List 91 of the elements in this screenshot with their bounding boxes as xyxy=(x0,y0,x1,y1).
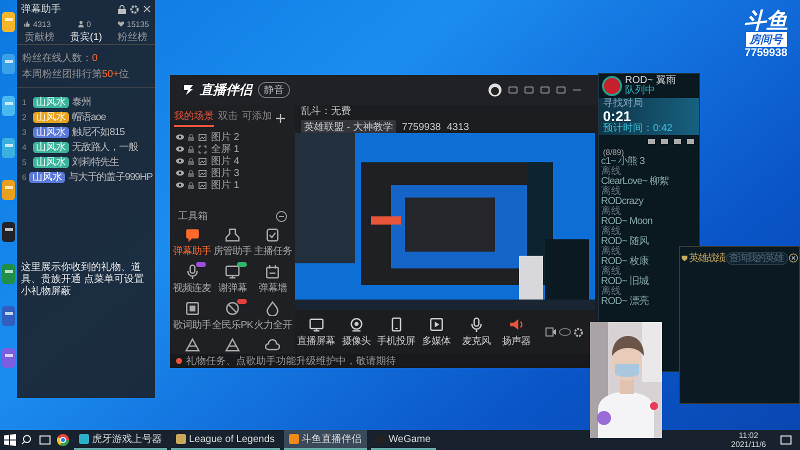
source-name[interactable]: 图片 4 xyxy=(211,154,240,168)
control-button[interactable]: 摄像头 xyxy=(337,316,375,348)
status-text: 礼物任务、点歌助手功能升级维护中，敬请期待 xyxy=(186,354,396,368)
control-button[interactable]: 麦克风 xyxy=(457,316,495,348)
friend-status: 离线 xyxy=(601,227,621,237)
mode-badge[interactable]: 静音 xyxy=(258,82,290,98)
queue-title: 寻找对局 xyxy=(603,99,644,109)
rank-number: 2 xyxy=(22,112,28,122)
room-number: 7759938 xyxy=(402,122,441,132)
fan-name: 触尼不如815 xyxy=(72,126,124,139)
fan-name: 无敌路人，一般 xyxy=(72,141,138,154)
control-button[interactable]: 直播屏幕 xyxy=(297,316,335,348)
source-name[interactable]: 全屏 1 xyxy=(211,142,240,156)
friend-status: 离线 xyxy=(601,247,621,257)
fans-online-text: 粉丝在线人数：0 xyxy=(22,52,99,65)
tool-button[interactable]: 全民乐PK xyxy=(212,301,253,332)
group-count: (8/89) xyxy=(602,148,624,157)
fan-name: 泰州 xyxy=(72,96,91,109)
taskbar-button[interactable]: League of Legends xyxy=(171,430,280,450)
fan-badge: 山风水 xyxy=(29,172,66,182)
tool-button[interactable]: 视频连麦 xyxy=(172,264,212,295)
tool-button[interactable]: 歌词助手 xyxy=(172,301,212,332)
fan-badge: 山风水 xyxy=(33,96,69,108)
control-button[interactable]: 多媒体 xyxy=(417,316,455,348)
search-field[interactable]: 查询我的英雄 xyxy=(726,252,788,264)
queue-timer: 0:21 xyxy=(603,109,632,124)
gift-hint-text: 这里展示你收到的礼物、道具、贵族开通 点菜单可设置小礼物屏蔽 xyxy=(21,262,145,298)
scene-tab[interactable]: 双击 xyxy=(218,109,238,127)
estimate-text: 预计时间：0:42 xyxy=(603,124,674,134)
rank-number: 5 xyxy=(22,158,28,166)
stat-value: 4313 xyxy=(33,20,51,28)
tool-button[interactable]: 谢弹幕 xyxy=(212,264,253,295)
fan-badge: 山风水 xyxy=(33,126,69,138)
source-name[interactable]: 图片 1 xyxy=(211,178,240,192)
stat-value: 15135 xyxy=(126,20,149,28)
fans-rank-text: 本周粉丝团排行第50+位 xyxy=(22,68,130,81)
fan-name: 刘莉特先生 xyxy=(72,156,120,169)
source-name[interactable]: 图片 3 xyxy=(211,166,240,180)
source-name[interactable]: 图片 2 xyxy=(211,130,240,144)
fan-badge: 山风水 xyxy=(33,142,69,152)
scene-tab[interactable]: 可添加 xyxy=(242,109,272,127)
control-button[interactable]: 手机投屏 xyxy=(377,316,415,348)
scene-tab[interactable]: 我的场景 xyxy=(174,109,214,127)
taskbar-button[interactable]: 斗鱼直播伴侣 xyxy=(284,430,367,450)
friend-status: 离线 xyxy=(601,167,621,177)
friend-status: 离线 xyxy=(601,207,621,217)
friend-status: 离线 xyxy=(601,287,621,297)
friend-name[interactable]: ROD~ Moon xyxy=(601,217,652,227)
panel-title: 弹幕助手 xyxy=(21,2,62,16)
control-button[interactable]: 扬声器 xyxy=(497,316,535,348)
rank-number: 4 xyxy=(22,142,28,152)
room-number: 7759938 xyxy=(744,47,788,59)
fan-name: 与大于的盖子999HP xyxy=(68,170,152,184)
stat-value: 0 xyxy=(86,20,91,28)
tool-button[interactable]: 弹幕墙 xyxy=(252,264,293,295)
taskbar-button[interactable]: 虎牙游戏上号器 xyxy=(74,430,167,450)
panel-title: 英雄战绩 xyxy=(689,252,726,265)
rank-number: 3 xyxy=(22,128,28,136)
tool-button[interactable]: 主播任务 xyxy=(252,227,293,258)
taskbar-button[interactable]: WeGame xyxy=(370,430,436,450)
player-status: 队列中 xyxy=(625,86,656,96)
rank-number: 6 xyxy=(22,172,26,182)
friend-name[interactable]: c1~ 小熊 3 xyxy=(601,157,645,167)
app-logo: 直播伴侣 xyxy=(200,81,252,99)
clock-time: 11:02 xyxy=(738,431,758,440)
tool-button[interactable]: 弹幕助手 xyxy=(172,227,212,258)
rank-number: 1 xyxy=(22,98,28,106)
fan-badge: 山风水 xyxy=(33,156,69,168)
friend-status: 离线 xyxy=(601,187,621,197)
fan-name: 帽语aoe xyxy=(72,111,106,124)
brand-logo: 斗鱼 xyxy=(744,10,788,32)
tool-button[interactable]: 房管助手 xyxy=(212,227,253,258)
toolbox-title: 工具箱 xyxy=(178,210,208,223)
tool-button[interactable]: 火力全开 xyxy=(252,301,293,332)
tab[interactable]: 粉丝榜 xyxy=(117,30,148,44)
tab[interactable]: 贡献榜 xyxy=(24,30,55,44)
clock-date: 2021/11/6 xyxy=(731,440,766,449)
category-chip[interactable]: 英雄联盟 - 大神教学 xyxy=(301,120,396,134)
fan-badge: 山风水 xyxy=(33,112,69,122)
friend-name[interactable]: ROD~ 旧城 xyxy=(601,277,648,287)
room-label: 房间号 xyxy=(746,32,786,47)
player-name: ROD~ 翼雨 xyxy=(625,76,676,86)
friend-name[interactable]: ROD~ 枚康 xyxy=(601,257,648,267)
mode-text: 乱斗：无费 xyxy=(301,104,351,118)
friend-name[interactable]: RODcrazy xyxy=(601,197,644,207)
friend-status: 离线 xyxy=(601,267,621,277)
tab[interactable]: 贵宾(1) xyxy=(70,30,102,44)
friend-name[interactable]: ROD~ 随风 xyxy=(601,237,648,247)
friend-name[interactable]: ClearLove~ 柳絮 xyxy=(601,177,669,187)
friend-name[interactable]: ROD~ 漂亮 xyxy=(601,297,648,307)
hot-count: 4313 xyxy=(446,122,470,132)
